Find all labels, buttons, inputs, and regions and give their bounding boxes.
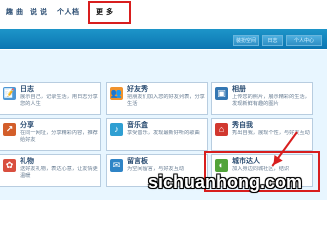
- app-description: 展示自己，记录生活，用日志分享您的人生: [20, 94, 98, 107]
- decorate-space-button[interactable]: 装扮空间: [233, 35, 259, 46]
- nav-item-profile[interactable]: 个人档: [57, 8, 80, 18]
- nav-item-status[interactable]: 说 说: [30, 8, 47, 18]
- personal-center-button[interactable]: 个人中心: [286, 35, 322, 46]
- app-card-0[interactable]: 📝 日志 展示自己，记录生活，用日志分享您的人生: [0, 82, 101, 115]
- app-description: 在同一网址，分享精彩内容，推荐给好友: [20, 130, 98, 143]
- app-card-5[interactable]: ⌂ 秀自我 秀出自我，展现个性，与好友互动: [211, 118, 313, 151]
- profile-icon: ⌂: [215, 123, 228, 136]
- app-title[interactable]: 日志: [20, 85, 98, 94]
- top-navigation: 趣 曲 说 说 个人档 更 多: [0, 0, 327, 28]
- journal-button[interactable]: 日志: [262, 35, 283, 46]
- journal-icon: 📝: [3, 87, 16, 100]
- app-title[interactable]: 秀自我: [232, 121, 310, 130]
- app-card-2[interactable]: ▣ 相册 上传您的照片，展示精彩的生活，发现新鲜有趣的图片: [211, 82, 313, 115]
- music-box-icon: ♪: [110, 123, 123, 136]
- qzone-more-apps-page: 趣 曲 说 说 个人档 更 多 装扮空间 日志 个人中心 📝 日志 展示自己，记录生…: [0, 0, 327, 200]
- app-description: 上传您的照片，展示精彩的生活，发现新鲜有趣的图片: [232, 94, 310, 107]
- app-title[interactable]: 音乐盒: [127, 121, 205, 130]
- app-title[interactable]: 相册: [232, 85, 310, 94]
- share-icon: ↗: [3, 123, 16, 136]
- app-title[interactable]: 好友秀: [127, 85, 205, 94]
- app-card-4[interactable]: ♪ 音乐盒 享受音乐，发现最新好听的歌曲: [106, 118, 208, 151]
- app-title[interactable]: 礼物: [20, 157, 98, 166]
- photo-album-icon: ▣: [215, 87, 228, 100]
- watermark: sichuanhong.com: [148, 172, 303, 192]
- app-card-3[interactable]: ↗ 分享 在同一网址，分享精彩内容，推荐给好友: [0, 118, 101, 151]
- app-title[interactable]: 分享: [20, 121, 98, 130]
- friends-icon: 👥: [110, 87, 123, 100]
- gift-icon: ✿: [3, 159, 16, 172]
- message-board-icon: ✉: [110, 159, 123, 172]
- app-description: 把朋友们加入您的好友列表，分享生活: [127, 94, 205, 107]
- nav-item-music[interactable]: 趣 曲: [6, 8, 23, 18]
- blue-toolbar: 装扮空间 日志 个人中心: [0, 29, 327, 49]
- app-card-1[interactable]: 👥 好友秀 把朋友们加入您的好友列表，分享生活: [106, 82, 208, 115]
- app-description: 享受音乐，发现最新好听的歌曲: [127, 130, 200, 136]
- app-title[interactable]: 留言板: [127, 157, 205, 166]
- app-description: 送好友礼物，表达心意，让友情更温暖: [20, 166, 98, 179]
- more-nav-highlight-box: [88, 1, 131, 24]
- app-description: 秀出自我，展现个性，与好友互动: [232, 130, 310, 136]
- app-card-6[interactable]: ✿ 礼物 送好友礼物，表达心意，让友情更温暖: [0, 154, 101, 187]
